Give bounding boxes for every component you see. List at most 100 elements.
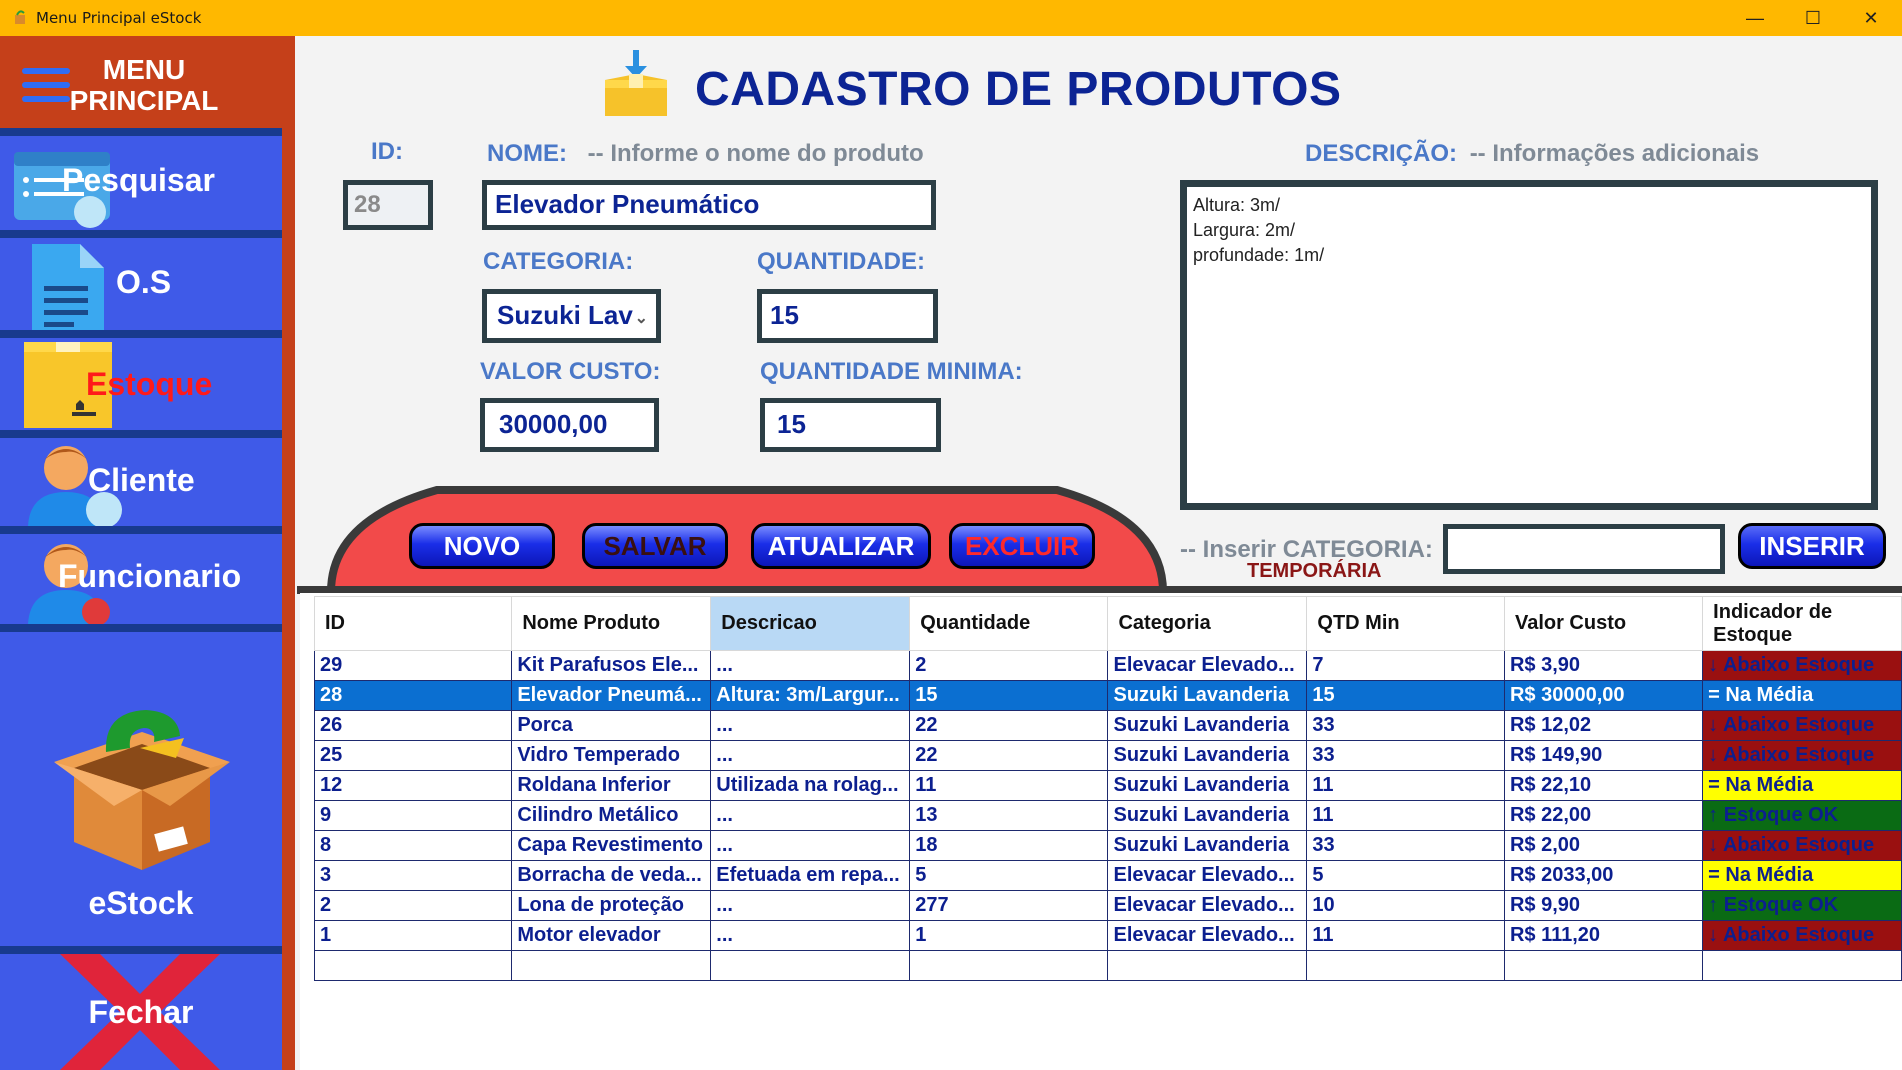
table-cell: [1306, 950, 1505, 981]
column-header[interactable]: Categoria: [1107, 596, 1308, 651]
sidebar-item-cliente[interactable]: Cliente: [0, 438, 282, 526]
table-cell: 33: [1306, 710, 1505, 741]
descricao-textarea[interactable]: Altura: 3m/ Largura: 2m/ profundade: 1m/: [1180, 180, 1878, 510]
minimize-button[interactable]: —: [1726, 0, 1784, 36]
table-cell: Elevador Pneumá...: [511, 680, 712, 711]
qtd-min-field[interactable]: 15: [760, 398, 941, 452]
table-cell: 3: [313, 860, 513, 891]
sidebar-item-estoque[interactable]: Estoque: [0, 338, 282, 430]
sidebar-item-os[interactable]: O.S: [0, 238, 282, 330]
table-cell: 1: [313, 920, 513, 951]
nome-label-text: NOME:: [487, 140, 567, 167]
table-row[interactable]: 28 Elevador Pneumá... Altura: 3m/Largur...…: [313, 680, 1902, 711]
table-row[interactable]: 12 Roldana Inferior Utilizada na rolag... 1…: [313, 770, 1902, 801]
table-cell: R$ 9,90: [1503, 890, 1704, 921]
column-header[interactable]: Nome Produto: [511, 596, 712, 651]
table-cell: 33: [1306, 740, 1505, 771]
stock-indicator-cell: ↑ Estoque OK: [1702, 890, 1902, 921]
table-cell: Roldana Inferior: [511, 770, 712, 801]
sidebar-item-label: Pesquisar: [62, 162, 215, 198]
table-cell: Motor elevador: [511, 920, 712, 951]
table-cell: 11: [1306, 770, 1505, 801]
table-cell: ...: [710, 830, 911, 861]
table-row[interactable]: 1 Motor elevador... 1 Elevacar Elevado... 11…: [313, 920, 1902, 951]
menu-header[interactable]: MENU PRINCIPAL: [0, 36, 282, 128]
table-cell: ...: [710, 920, 911, 951]
sidebar-item-label: Cliente: [88, 462, 195, 498]
table-row[interactable]: 8 Capa Revestimento... 18 Suzuki Lavanderia…: [313, 830, 1902, 861]
close-app-button[interactable]: Fechar: [0, 954, 282, 1070]
quantidade-field[interactable]: 15: [757, 289, 938, 343]
table-new-row[interactable]: [313, 950, 1902, 981]
categoria-select[interactable]: Suzuki Lav ⌄: [482, 289, 661, 343]
table-cell: [710, 950, 911, 981]
table-cell: 10: [1306, 890, 1505, 921]
stock-indicator-cell: ↓ Abaixo Estoque: [1702, 650, 1902, 681]
table-cell: Vidro Temperado: [511, 740, 712, 771]
table-row[interactable]: 3 Borracha de veda... Efetuada em repa... 5…: [313, 860, 1902, 891]
close-window-button[interactable]: ✕: [1842, 0, 1900, 36]
table-cell: 15: [1306, 680, 1505, 711]
inserir-categoria-field[interactable]: [1443, 524, 1725, 574]
column-header[interactable]: ID: [313, 596, 513, 651]
table-cell: 9: [313, 800, 513, 831]
atualizar-button[interactable]: ATUALIZAR: [751, 523, 931, 569]
table-cell: ...: [710, 740, 911, 771]
sidebar-item-label: Funcionario: [58, 558, 242, 594]
table-cell: 2: [909, 650, 1109, 681]
table-cell: Elevacar Elevado...: [1107, 920, 1308, 951]
table-row[interactable]: 29 Kit Parafusos Ele...... 2 Elevacar Eleva…: [313, 650, 1902, 681]
sidebar-item-pesquisar[interactable]: Pesquisar: [0, 136, 282, 230]
table-cell: Suzuki Lavanderia: [1107, 680, 1308, 711]
table-cell: 1: [909, 920, 1109, 951]
novo-button[interactable]: NOVO: [409, 523, 555, 569]
sidebar-item-label: Estoque: [86, 366, 213, 402]
table-cell: 277: [909, 890, 1109, 921]
nome-field[interactable]: Elevador Pneumático: [482, 180, 936, 230]
sidebar-item-funcionario[interactable]: Funcionario: [0, 534, 282, 624]
descricao-hint: -- Informações adicionais: [1469, 140, 1760, 167]
column-header[interactable]: Valor Custo: [1503, 596, 1704, 651]
table-cell: 26: [313, 710, 513, 741]
stock-indicator-cell: ↓ Abaixo Estoque: [1702, 710, 1902, 741]
column-header[interactable]: Descricao: [710, 596, 911, 651]
column-header[interactable]: Quantidade: [909, 596, 1109, 651]
maximize-button[interactable]: ☐: [1784, 0, 1842, 36]
stock-indicator-cell: ↓ Abaixo Estoque: [1702, 830, 1902, 861]
inserir-button[interactable]: INSERIR: [1738, 523, 1886, 569]
table-cell: 13: [909, 800, 1109, 831]
column-header[interactable]: QTD Min: [1306, 596, 1505, 651]
table-cell: 5: [909, 860, 1109, 891]
table-cell: 8: [313, 830, 513, 861]
table-cell: R$ 12,02: [1503, 710, 1704, 741]
table-header-row: ID Nome Produto Descricao Quantidade Categor…: [313, 596, 1902, 651]
table-row[interactable]: 26 Porca... 22 Suzuki Lavanderia 33 R$ 12,02 ↓…: [313, 710, 1902, 741]
excluir-button[interactable]: EXCLUIR: [949, 523, 1095, 569]
table-cell: 28: [313, 680, 513, 711]
close-app-label: Fechar: [88, 994, 194, 1030]
table-cell: 11: [1306, 920, 1505, 951]
table-body: 29 Kit Parafusos Ele...... 2 Elevacar Eleva…: [313, 650, 1902, 981]
sidebar-item-label: O.S: [116, 264, 172, 300]
table-cell: Kit Parafusos Ele...: [511, 650, 712, 681]
id-label: ID:: [371, 138, 403, 165]
table-cell: Lona de proteção: [511, 890, 712, 921]
valor-custo-field[interactable]: 30000,00: [480, 398, 659, 452]
stock-indicator-cell: = Na Média: [1702, 680, 1902, 711]
table-cell: Suzuki Lavanderia: [1107, 770, 1308, 801]
salvar-button[interactable]: SALVAR: [582, 523, 728, 569]
table-row[interactable]: 25 Vidro Temperado... 22 Suzuki Lavanderia 3…: [313, 740, 1902, 771]
table-cell: Utilizada na rolag...: [710, 770, 911, 801]
table-row[interactable]: 9 Cilindro Metálico... 13 Suzuki Lavanderia…: [313, 800, 1902, 831]
quantidade-label: QUANTIDADE:: [757, 248, 925, 275]
table-cell: 2: [313, 890, 513, 921]
table-row[interactable]: 2 Lona de proteção... 277 Elevacar Elevado.…: [313, 890, 1902, 921]
brand-label: eStock: [88, 885, 194, 921]
table-cell: 29: [313, 650, 513, 681]
column-header[interactable]: Indicador de Estoque: [1702, 596, 1902, 651]
qtd-min-label: QUANTIDADE MINIMA:: [760, 358, 1023, 385]
table-cell: 22: [909, 740, 1109, 771]
chevron-down-icon: ⌄: [634, 310, 648, 327]
table-cell: R$ 3,90: [1503, 650, 1704, 681]
products-table: ID Nome Produto Descricao Quantidade Categor…: [313, 596, 1902, 981]
